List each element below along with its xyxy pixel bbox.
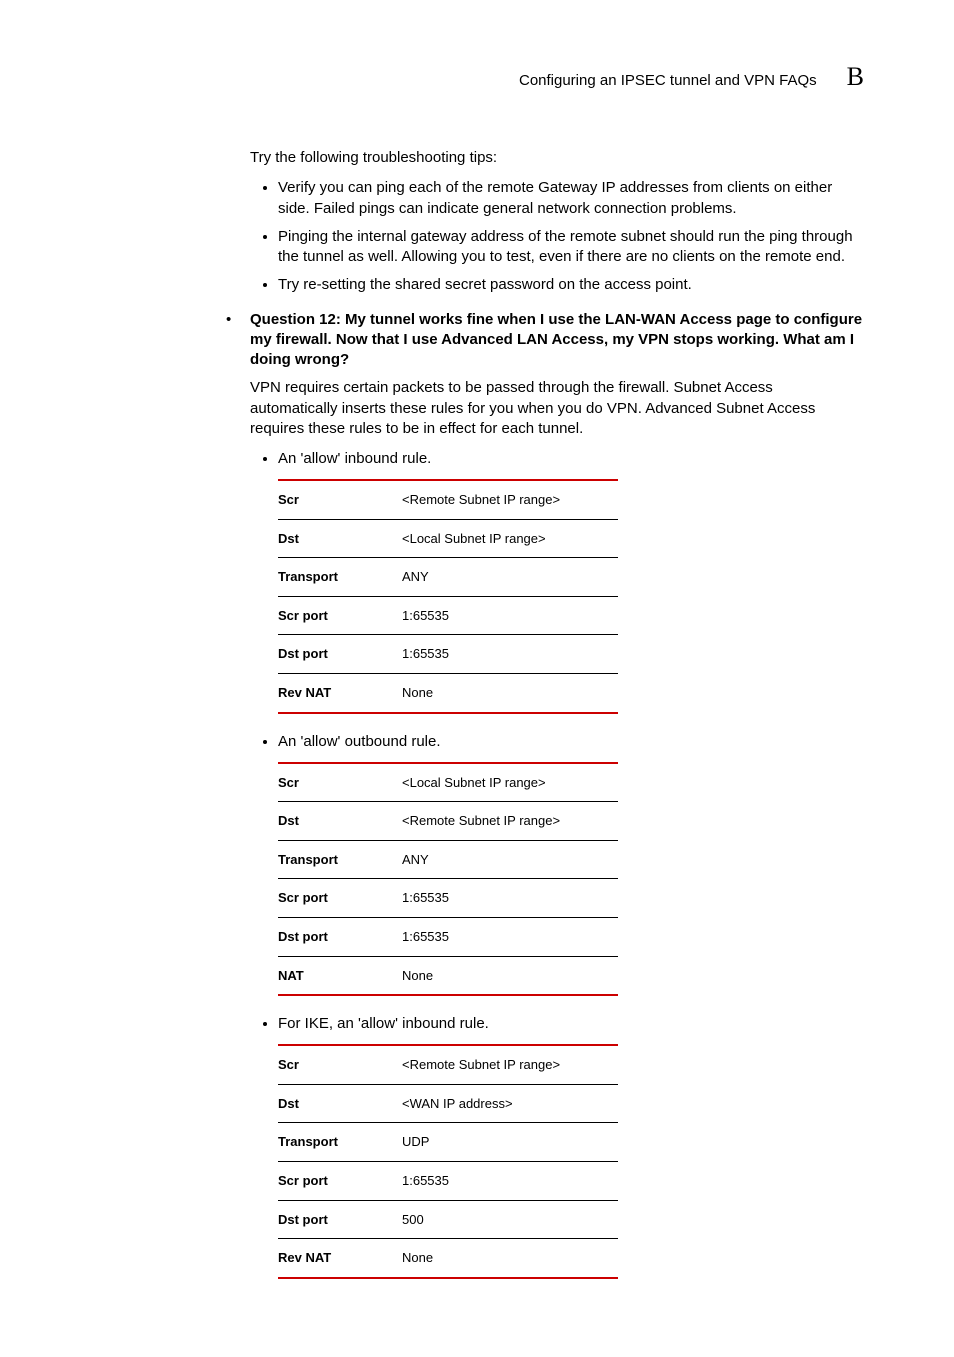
rule-value: UDP bbox=[402, 1123, 618, 1162]
table-row: Scr<Remote Subnet IP range> bbox=[278, 1045, 618, 1084]
table-row: Dst<WAN IP address> bbox=[278, 1084, 618, 1123]
rule-value: ANY bbox=[402, 558, 618, 597]
rule-key: Scr port bbox=[278, 1161, 402, 1200]
table-row: Scr port1:65535 bbox=[278, 879, 618, 918]
rule-key: Transport bbox=[278, 558, 402, 597]
table-row: Rev NATNone bbox=[278, 673, 618, 712]
rule-table-outbound: Scr<Local Subnet IP range> Dst<Remote Su… bbox=[278, 762, 618, 996]
rule-key: Transport bbox=[278, 840, 402, 879]
rule-label: An 'allow' outbound rule. bbox=[278, 732, 864, 752]
intro-text: Try the following troubleshooting tips: bbox=[250, 148, 864, 168]
table-row: Rev NATNone bbox=[278, 1239, 618, 1278]
rule-value: 1:65535 bbox=[402, 596, 618, 635]
rule-key: Transport bbox=[278, 1123, 402, 1162]
rule-key: Dst port bbox=[278, 1200, 402, 1239]
rule-table-ike: Scr<Remote Subnet IP range> Dst<WAN IP a… bbox=[278, 1044, 618, 1278]
tips-list: Verify you can ping each of the remote G… bbox=[250, 178, 864, 295]
rule-value: <Local Subnet IP range> bbox=[402, 519, 618, 558]
tip-item: Pinging the internal gateway address of … bbox=[278, 227, 864, 268]
rule-key: Scr bbox=[278, 763, 402, 802]
rule-value: None bbox=[402, 673, 618, 712]
page-header: Configuring an IPSEC tunnel and VPN FAQs… bbox=[90, 62, 864, 92]
header-title: Configuring an IPSEC tunnel and VPN FAQs bbox=[519, 72, 817, 89]
tip-item: Try re-setting the shared secret passwor… bbox=[278, 275, 864, 295]
rule-item: An 'allow' inbound rule. Scr<Remote Subn… bbox=[278, 449, 864, 714]
rule-value: <Remote Subnet IP range> bbox=[402, 802, 618, 841]
question-text: Question 12: My tunnel works fine when I… bbox=[250, 311, 862, 369]
body-content: Try the following troubleshooting tips: … bbox=[250, 148, 864, 1279]
table-row: Scr port1:65535 bbox=[278, 596, 618, 635]
rule-key: Dst bbox=[278, 802, 402, 841]
table-row: Dst port1:65535 bbox=[278, 635, 618, 674]
table-row: NATNone bbox=[278, 956, 618, 995]
rule-key: Scr port bbox=[278, 596, 402, 635]
table-row: Dst port1:65535 bbox=[278, 917, 618, 956]
rule-value: 1:65535 bbox=[402, 917, 618, 956]
rule-key: Rev NAT bbox=[278, 673, 402, 712]
appendix-letter: B bbox=[847, 62, 864, 92]
rule-value: <WAN IP address> bbox=[402, 1084, 618, 1123]
rule-key: Dst bbox=[278, 1084, 402, 1123]
answer-text: VPN requires certain packets to be passe… bbox=[250, 378, 864, 439]
table-row: TransportANY bbox=[278, 840, 618, 879]
rule-key: NAT bbox=[278, 956, 402, 995]
rule-item: For IKE, an 'allow' inbound rule. Scr<Re… bbox=[278, 1014, 864, 1279]
rule-value: 1:65535 bbox=[402, 635, 618, 674]
rule-key: Scr port bbox=[278, 879, 402, 918]
rule-value: <Remote Subnet IP range> bbox=[402, 480, 618, 519]
table-row: TransportANY bbox=[278, 558, 618, 597]
rule-value: <Local Subnet IP range> bbox=[402, 763, 618, 802]
rule-table-inbound: Scr<Remote Subnet IP range> Dst<Local Su… bbox=[278, 479, 618, 713]
tip-item: Verify you can ping each of the remote G… bbox=[278, 178, 864, 219]
rule-item: An 'allow' outbound rule. Scr<Local Subn… bbox=[278, 732, 864, 997]
rule-label: An 'allow' inbound rule. bbox=[278, 449, 864, 469]
rule-value: <Remote Subnet IP range> bbox=[402, 1045, 618, 1084]
table-row: Scr<Remote Subnet IP range> bbox=[278, 480, 618, 519]
question-block: Question 12: My tunnel works fine when I… bbox=[232, 310, 864, 440]
rule-value: None bbox=[402, 956, 618, 995]
rule-value: 500 bbox=[402, 1200, 618, 1239]
table-row: Dst<Remote Subnet IP range> bbox=[278, 802, 618, 841]
rule-label: For IKE, an 'allow' inbound rule. bbox=[278, 1014, 864, 1034]
rule-key: Scr bbox=[278, 480, 402, 519]
rule-value: None bbox=[402, 1239, 618, 1278]
table-row: Dst port500 bbox=[278, 1200, 618, 1239]
rule-key: Scr bbox=[278, 1045, 402, 1084]
rules-list: An 'allow' inbound rule. Scr<Remote Subn… bbox=[250, 449, 864, 1279]
table-row: Scr port1:65535 bbox=[278, 1161, 618, 1200]
rule-value: ANY bbox=[402, 840, 618, 879]
rule-value: 1:65535 bbox=[402, 879, 618, 918]
rule-key: Dst bbox=[278, 519, 402, 558]
table-row: TransportUDP bbox=[278, 1123, 618, 1162]
rule-key: Rev NAT bbox=[278, 1239, 402, 1278]
rule-key: Dst port bbox=[278, 917, 402, 956]
rule-value: 1:65535 bbox=[402, 1161, 618, 1200]
table-row: Dst<Local Subnet IP range> bbox=[278, 519, 618, 558]
rule-key: Dst port bbox=[278, 635, 402, 674]
table-row: Scr<Local Subnet IP range> bbox=[278, 763, 618, 802]
page: Configuring an IPSEC tunnel and VPN FAQs… bbox=[0, 0, 954, 1357]
